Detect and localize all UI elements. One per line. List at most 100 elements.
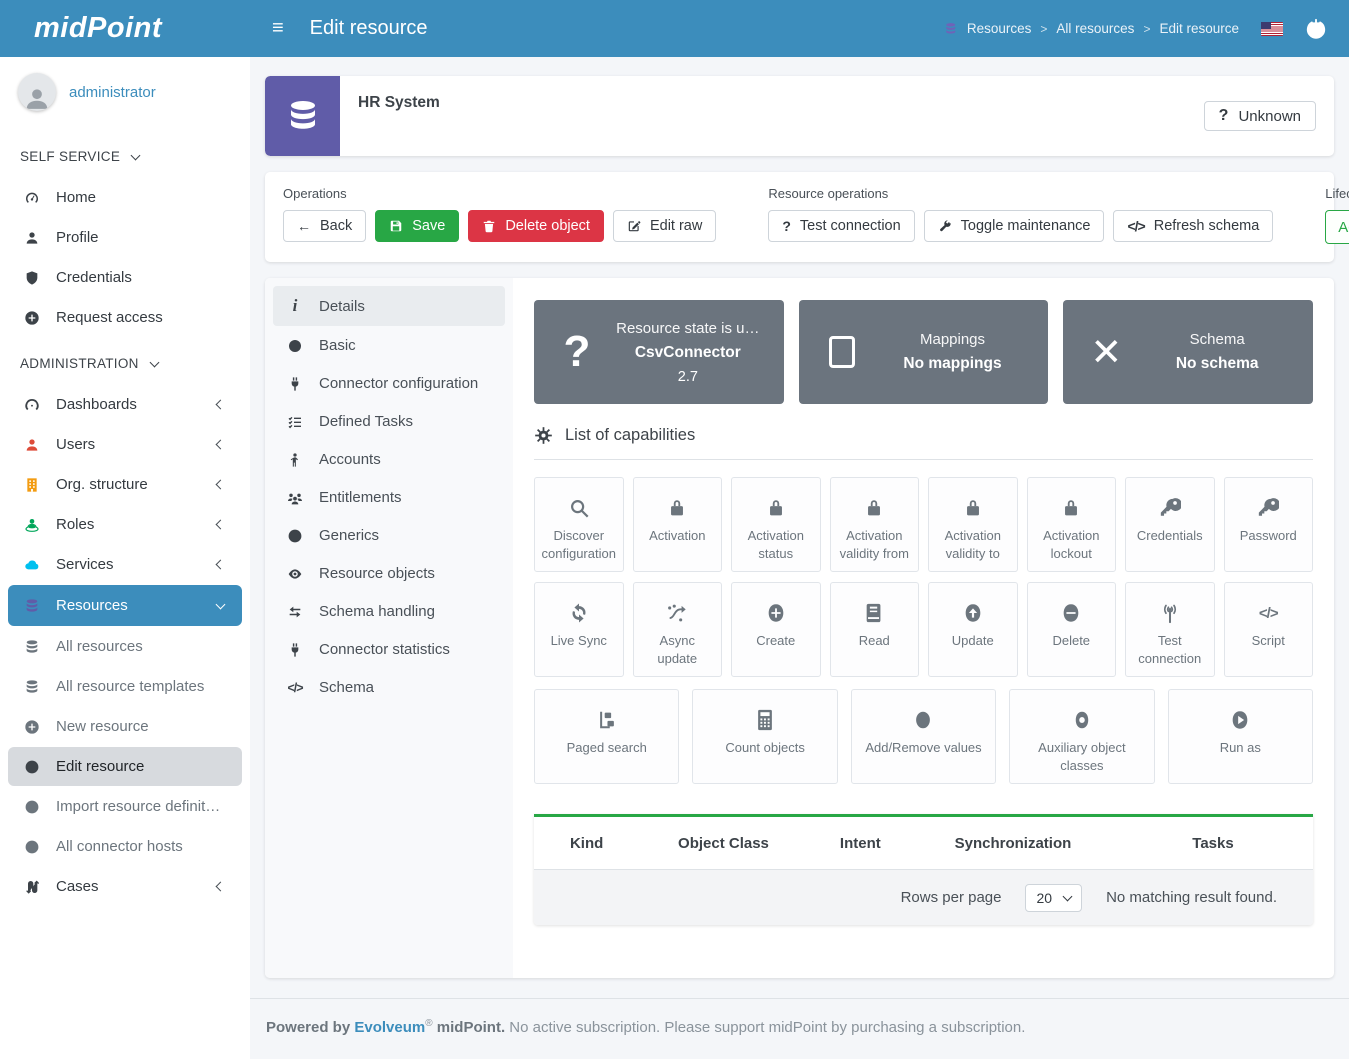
table-footer-row: Rows per page 20 No matching result foun… (534, 870, 1313, 925)
lifecycle-group: Lifecycle state Active (1325, 186, 1349, 244)
tab-entitlements[interactable]: Entitlements (273, 479, 505, 516)
tab-resource-objects[interactable]: Resource objects (273, 555, 505, 592)
sidebar-item-users[interactable]: Users (8, 425, 242, 464)
section-self-service[interactable]: SELF SERVICE (0, 141, 250, 178)
key-icon (1257, 495, 1279, 521)
resource-name: HR System (340, 76, 440, 156)
resource-database-icon (265, 76, 340, 156)
sidebar-item-services[interactable]: Services (8, 545, 242, 584)
tab-schema-handling[interactable]: Schema handling (273, 593, 505, 630)
back-button[interactable]: ← Back (283, 210, 366, 242)
rows-per-page-label: Rows per page (901, 889, 1002, 906)
edit-raw-button[interactable]: Edit raw (613, 210, 716, 242)
tree-bracket-icon (596, 707, 618, 733)
capability-count-objects: Count objects (692, 689, 837, 784)
sidebar-item-all-resources[interactable]: All resources (8, 627, 242, 666)
sidebar-item-profile[interactable]: Profile (8, 218, 242, 257)
section-administration[interactable]: ADMINISTRATION (0, 338, 250, 385)
tab-accounts[interactable]: Accounts (273, 441, 505, 478)
evolveum-link[interactable]: Evolveum (354, 1019, 425, 1036)
capability-credentials: Credentials (1125, 477, 1215, 572)
summary-cards: ? Resource state is u… CsvConnector 2.7 … (534, 300, 1313, 404)
info-icon: i (285, 296, 305, 316)
circle-filled-icon (285, 338, 305, 354)
user-name-link[interactable]: administrator (69, 84, 156, 101)
sidebar-item-org-structure[interactable]: Org. structure (8, 465, 242, 504)
calculator-icon (754, 707, 776, 733)
refresh-schema-button[interactable]: </> Refresh schema (1113, 210, 1273, 242)
sidebar-item-resources[interactable]: Resources (8, 585, 242, 626)
breadcrumb-all-resources[interactable]: All resources (1056, 21, 1134, 36)
schema-card: ✕ Schema No schema (1063, 300, 1313, 404)
code-icon: </> (285, 681, 305, 695)
sidebar: administrator SELF SERVICE Home Profile … (0, 57, 250, 1059)
capability-read: Read (830, 582, 920, 677)
delete-object-button[interactable]: Delete object (468, 210, 604, 242)
column-header-object-class[interactable]: Object Class (639, 835, 807, 852)
lock-icon (863, 495, 885, 521)
breadcrumb-resources[interactable]: Resources (967, 21, 1032, 36)
person-icon (22, 230, 42, 246)
capability-activation-status: Activation status (731, 477, 821, 572)
tab-schema[interactable]: </> Schema (273, 669, 505, 706)
sidebar-item-request-access[interactable]: Request access (8, 298, 242, 337)
sidebar-item-all-resource-templates[interactable]: All resource templates (8, 667, 242, 706)
sidebar-item-edit-resource[interactable]: Edit resource (8, 747, 242, 786)
sidebar-item-all-connector-hosts[interactable]: All connector hosts (8, 827, 242, 866)
avatar[interactable] (18, 73, 56, 111)
breadcrumb: Resources > All resources > Edit resourc… (944, 21, 1239, 36)
column-header-intent[interactable]: Intent (808, 835, 913, 852)
card-value: No schema (1135, 355, 1299, 373)
database-icon (22, 679, 42, 695)
hamburger-menu-icon[interactable]: ≡ (272, 17, 284, 40)
tab-generics[interactable]: Generics (273, 517, 505, 554)
tab-connector-statistics[interactable]: Connector statistics (273, 631, 505, 668)
tab-connector-configuration[interactable]: Connector configuration (273, 365, 505, 402)
person-icon (22, 437, 42, 453)
toggle-maintenance-button[interactable]: Toggle maintenance (924, 210, 1105, 242)
database-icon (22, 639, 42, 655)
capability-activation-validity-to: Activation validity to (928, 477, 1018, 572)
sidebar-item-home[interactable]: Home (8, 178, 242, 217)
tab-details[interactable]: i Details (273, 286, 505, 326)
sidebar-item-roles[interactable]: Roles (8, 505, 242, 544)
column-header-kind[interactable]: Kind (534, 835, 639, 852)
sidebar-item-credentials[interactable]: Credentials (8, 258, 242, 297)
locale-flag-us[interactable] (1261, 22, 1283, 36)
sidebar-item-label: All resource templates (56, 678, 204, 695)
section-label: SELF SERVICE (20, 149, 120, 164)
sidebar-item-dashboards[interactable]: Dashboards (8, 385, 242, 424)
operations-label: Operations (283, 186, 716, 201)
rows-per-page-select[interactable]: 20 (1025, 884, 1082, 912)
column-header-synchronization[interactable]: Synchronization (913, 835, 1113, 852)
card-title: Mappings (871, 331, 1035, 348)
sidebar-item-new-resource[interactable]: New resource (8, 707, 242, 746)
tab-basic[interactable]: Basic (273, 327, 505, 364)
mappings-card: Mappings No mappings (799, 300, 1049, 404)
top-navbar: midPoint ≡ Edit resource Resources > All… (0, 0, 1349, 57)
role-person-icon (22, 517, 42, 533)
logout-power-icon[interactable] (1305, 18, 1327, 40)
column-header-tasks[interactable]: Tasks (1113, 835, 1313, 852)
sidebar-item-cases[interactable]: Cases (8, 867, 242, 906)
tab-defined-tasks[interactable]: Defined Tasks (273, 403, 505, 440)
sidebar-item-import-resource-definition[interactable]: Import resource definit… (8, 787, 242, 826)
lifecycle-state-select[interactable]: Active (1325, 210, 1349, 244)
resource-status-badge[interactable]: ? Unknown (1204, 101, 1316, 131)
capability-add-remove-values: Add/Remove values (851, 689, 996, 784)
circle-outline-icon (22, 759, 42, 775)
chevron-down-icon (149, 357, 159, 367)
test-connection-button[interactable]: ? Test connection (768, 210, 914, 242)
plug-icon (285, 642, 305, 658)
chevron-left-icon (216, 520, 226, 530)
chevron-down-icon (1063, 892, 1073, 902)
sidebar-item-label: Request access (56, 309, 163, 326)
app-logo[interactable]: midPoint (0, 12, 250, 45)
panel-body: ? Resource state is u… CsvConnector 2.7 … (513, 278, 1334, 978)
sidebar-item-label: Edit resource (56, 758, 144, 775)
resource-operations-group: Resource operations ? Test connection To… (768, 186, 1273, 244)
book-icon (863, 600, 885, 626)
save-button[interactable]: Save (375, 210, 459, 242)
sidebar-item-label: Services (56, 556, 114, 573)
gear-icon (534, 426, 553, 445)
